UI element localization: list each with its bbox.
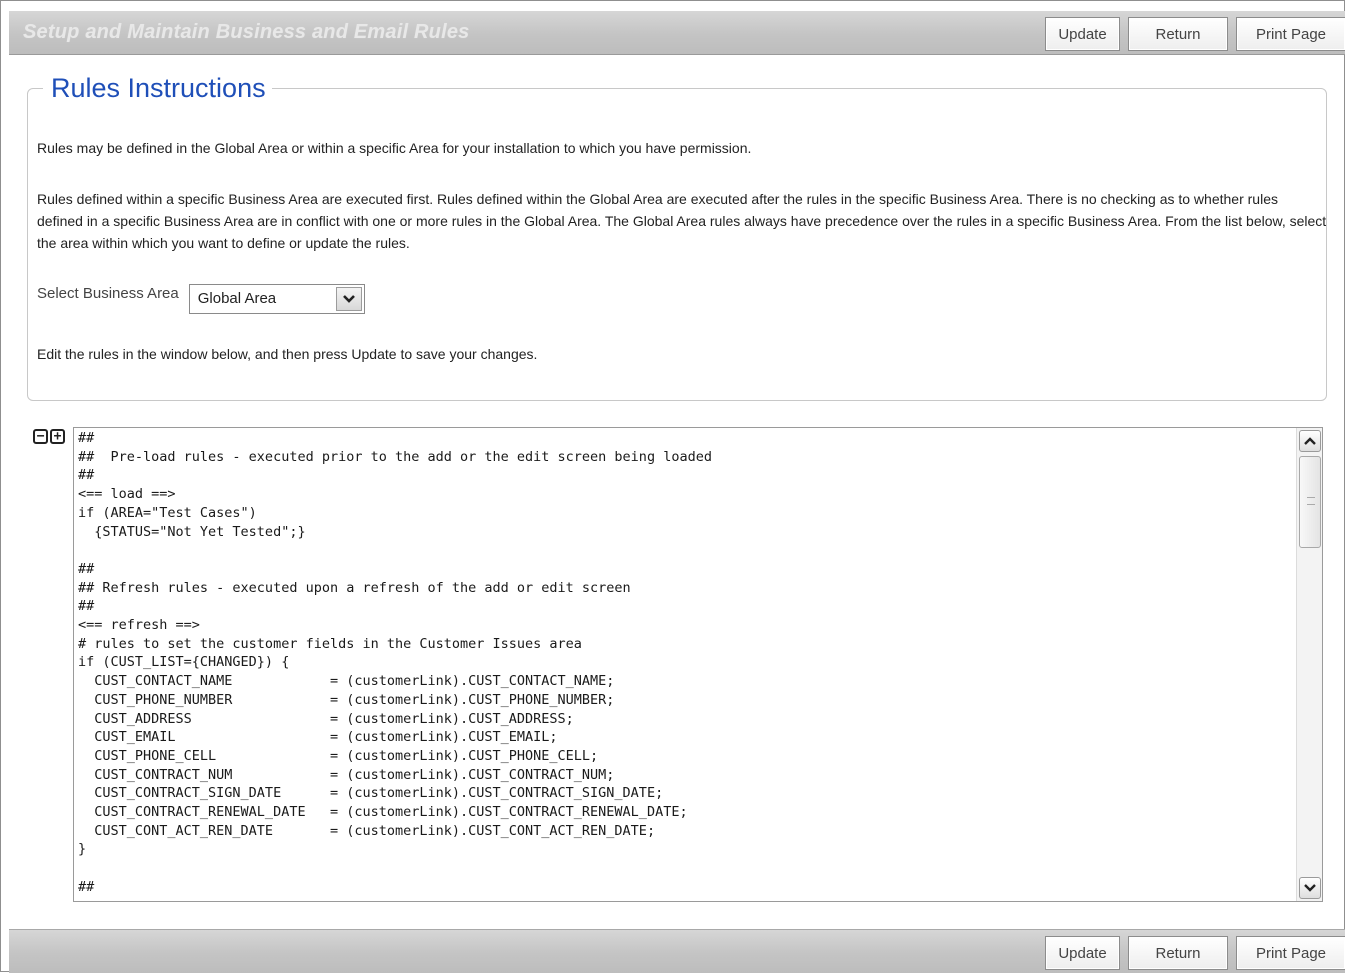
footer-update-button[interactable]: Update: [1045, 936, 1120, 970]
app-window: Setup and Maintain Business and Email Ru…: [0, 0, 1345, 973]
scroll-down-arrow-icon[interactable]: [1299, 877, 1321, 899]
editor-scrollbar[interactable]: [1296, 428, 1322, 901]
instructions-paragraph-1: Rules may be defined in the Global Area …: [37, 140, 752, 156]
footer-print-page-button[interactable]: Print Page: [1236, 936, 1345, 970]
business-area-selected-value: Global Area: [197, 290, 277, 307]
rules-code-text[interactable]: ## ## Pre-load rules - executed prior to…: [78, 429, 712, 897]
grip-icon: [1307, 497, 1315, 505]
chevron-down-icon[interactable]: [335, 287, 362, 311]
instructions-paragraph-2: Rules defined within a specific Business…: [37, 191, 1327, 251]
fold-controls: − +: [33, 429, 65, 444]
header-button-group: Update Return Print Page: [1045, 17, 1345, 51]
return-button[interactable]: Return: [1128, 17, 1228, 51]
scrollbar-thumb[interactable]: [1299, 456, 1321, 548]
business-area-select[interactable]: Global Area: [188, 284, 365, 314]
instructions-paragraph-3: Edit the rules in the window below, and …: [37, 346, 538, 362]
page-title: Setup and Maintain Business and Email Ru…: [23, 21, 470, 43]
scroll-up-arrow-icon[interactable]: [1299, 430, 1321, 452]
footer-button-group: Update Return Print Page: [1045, 936, 1345, 970]
collapse-all-icon[interactable]: −: [33, 429, 48, 444]
rules-instructions-heading: Rules Instructions: [43, 73, 272, 104]
rules-editor[interactable]: ## ## Pre-load rules - executed prior to…: [73, 427, 1323, 902]
footer-return-button[interactable]: Return: [1128, 936, 1228, 970]
business-area-label: Select Business Area: [37, 285, 179, 302]
print-page-button[interactable]: Print Page: [1236, 17, 1345, 51]
update-button[interactable]: Update: [1045, 17, 1120, 51]
expand-all-icon[interactable]: +: [50, 429, 65, 444]
business-area-row: Select Business Area Global Area: [37, 284, 365, 314]
footer-bar: Update Return Print Page: [9, 929, 1345, 973]
header-bar: Setup and Maintain Business and Email Ru…: [9, 11, 1345, 55]
